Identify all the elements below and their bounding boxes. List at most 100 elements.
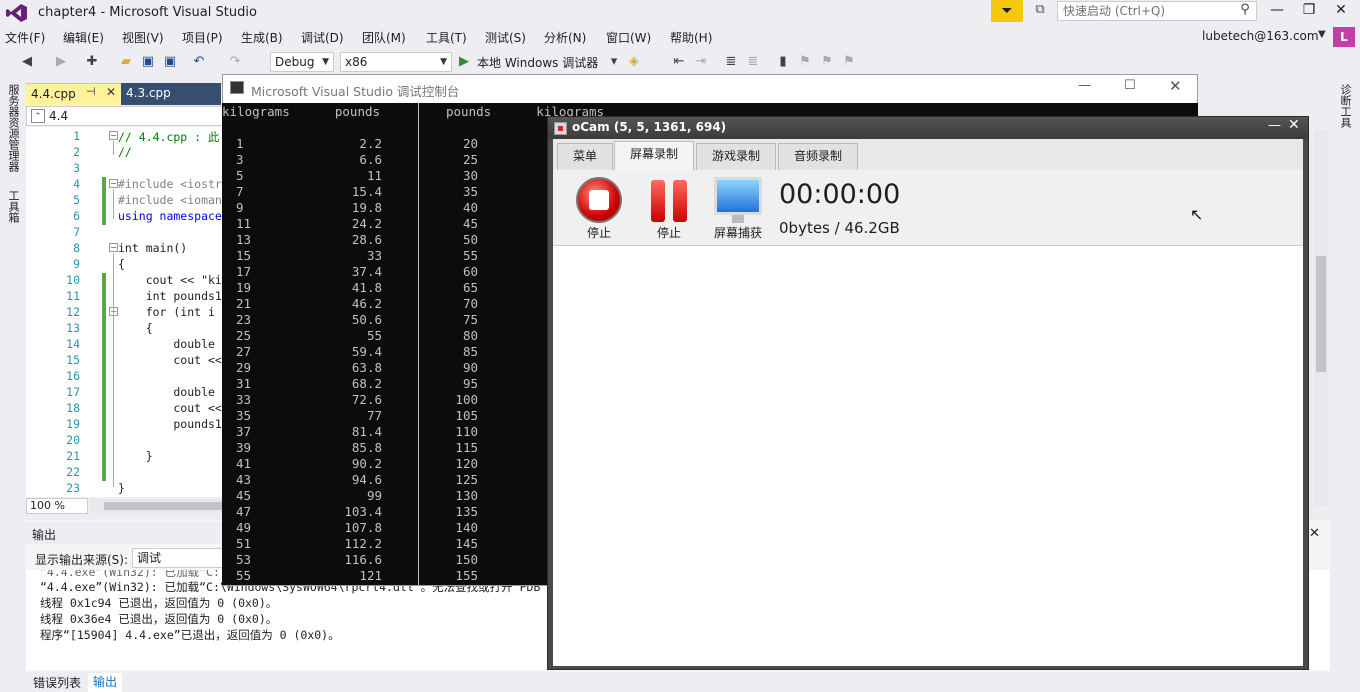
close-icon[interactable]: ✕	[1309, 526, 1320, 541]
restore-button[interactable]: ❐	[1294, 0, 1324, 22]
save-icon[interactable]: ▣	[139, 53, 157, 71]
code-line: double	[118, 337, 215, 351]
menu-team[interactable]: 团队(M)	[362, 29, 406, 46]
undo-icon[interactable]: ↶	[190, 53, 208, 71]
collapse-icon[interactable]: −	[109, 131, 118, 140]
scrollbar-thumb[interactable]	[1316, 256, 1326, 372]
next-bookmark-icon[interactable]: ⚑	[818, 53, 836, 71]
step-over-icon[interactable]: ⇥	[692, 53, 710, 71]
account-name[interactable]: lubetech@163.com	[1202, 29, 1319, 43]
record-dot-icon	[558, 126, 563, 131]
tab-output[interactable]: 输出	[88, 673, 122, 692]
screen-capture-label[interactable]: 屏幕捕获	[714, 224, 762, 241]
menu-edit[interactable]: 编辑(E)	[63, 29, 104, 46]
console-pounds-right: 115	[455, 440, 478, 455]
pin-icon[interactable]: ⊣	[86, 85, 96, 98]
tab-audio-record[interactable]: 音频录制	[778, 143, 858, 170]
console-pounds: 24.2	[351, 216, 382, 231]
forward-arrow-icon[interactable]: ▶	[52, 53, 70, 71]
clear-bookmarks-icon[interactable]: ⚑	[840, 53, 858, 71]
collapse-icon[interactable]: −	[109, 243, 118, 252]
code-line: double	[118, 385, 215, 399]
pause-button-label[interactable]: 停止	[657, 224, 681, 241]
pause-icon[interactable]	[651, 180, 665, 222]
console-pounds-right: 145	[455, 536, 478, 551]
minimize-button[interactable]: —	[1078, 78, 1091, 93]
notification-icon[interactable]: ⧉	[1030, 2, 1050, 20]
output-source-value: 调试	[137, 551, 162, 565]
configuration-select[interactable]: Debug ▼	[270, 52, 334, 72]
redo-icon[interactable]: ↷	[226, 53, 244, 71]
monitor-stand-icon	[732, 215, 744, 223]
scope-value: 4.4	[49, 109, 69, 123]
console-pounds: 2.2	[359, 136, 382, 151]
prev-bookmark-icon[interactable]: ⚑	[796, 53, 814, 71]
code-editor[interactable]: − − − − 1 // 4.4.cpp : 此 2 // 3 4 #inclu…	[26, 127, 224, 497]
collapse-icon[interactable]: −	[109, 179, 118, 188]
console-kilograms: 5	[236, 168, 244, 183]
menu-analyze[interactable]: 分析(N)	[544, 29, 586, 46]
outdent-icon[interactable]: ≣	[744, 53, 762, 71]
chevron-down-icon[interactable]: ▾	[605, 53, 623, 71]
output-source-select[interactable]: 调试	[132, 548, 224, 568]
console-pounds: 103.4	[344, 504, 382, 519]
minimize-button[interactable]: —	[1262, 0, 1292, 22]
search-icon[interactable]: ⚲	[1236, 1, 1254, 19]
tab-error-list[interactable]: 错误列表	[28, 674, 86, 692]
menu-project[interactable]: 项目(P)	[182, 29, 223, 46]
menu-help[interactable]: 帮助(H)	[670, 29, 712, 46]
console-pounds: 90.2	[351, 456, 382, 471]
avatar[interactable]: L	[1333, 27, 1355, 47]
menu-debug[interactable]: 调试(D)	[301, 29, 344, 46]
maximize-button[interactable]: ☐	[1124, 78, 1136, 93]
monitor-icon[interactable]	[714, 177, 762, 215]
console-title: Microsoft Visual Studio 调试控制台	[251, 84, 460, 99]
close-icon[interactable]: ✕	[106, 85, 116, 99]
tab-label: 4.4.cpp	[31, 87, 76, 101]
console-kilograms: 45	[236, 488, 252, 503]
stop-button-label[interactable]: 停止	[587, 224, 611, 241]
console-kilograms: 3	[236, 152, 244, 167]
menu-test[interactable]: 测试(S)	[485, 29, 526, 46]
indent-icon[interactable]: ≣	[722, 53, 740, 71]
chevron-down-icon[interactable]: ▼	[1318, 29, 1326, 40]
menu-tools[interactable]: 工具(T)	[426, 29, 467, 46]
open-folder-icon[interactable]: ▰	[117, 53, 135, 71]
console-pounds-right: 110	[455, 424, 478, 439]
platform-select[interactable]: x86 ▼	[340, 52, 452, 72]
menu-view[interactable]: 视图(V)	[122, 29, 164, 46]
tab-screen-record[interactable]: 屏幕录制	[614, 141, 694, 171]
step-icon[interactable]: ⇤	[670, 53, 688, 71]
console-pounds-right: 50	[462, 232, 478, 247]
menu-build[interactable]: 生成(B)	[241, 29, 283, 46]
save-all-icon[interactable]: ▣	[161, 53, 179, 71]
zoom-select[interactable]: 100 %	[26, 498, 88, 514]
pause-icon[interactable]	[673, 180, 687, 222]
menu-window[interactable]: 窗口(W)	[606, 29, 651, 46]
toolbox-tab[interactable]: 工具箱	[5, 190, 21, 223]
server-explorer-tab[interactable]: 服务器资源管理器	[5, 84, 21, 172]
bookmark-icon[interactable]: ▮	[774, 53, 792, 71]
close-button[interactable]: ✕	[1169, 77, 1182, 95]
minimize-button[interactable]: —	[1268, 118, 1281, 133]
zoom-value: 100 %	[30, 499, 65, 512]
find-icon[interactable]: ◈	[625, 53, 643, 71]
play-icon[interactable]: ▶	[459, 53, 473, 71]
quick-launch-input[interactable]: 快速启动 (Ctrl+Q)	[1057, 1, 1257, 21]
new-project-icon[interactable]: ✚	[83, 53, 101, 71]
tab-4-3-cpp[interactable]: 4.3.cpp	[121, 83, 221, 105]
tab-game-record[interactable]: 游戏录制	[696, 143, 776, 170]
console-kilograms: 47	[236, 504, 252, 519]
back-arrow-icon[interactable]: ◀	[18, 53, 36, 71]
code-line: cout <<	[118, 353, 222, 367]
diagnostic-tools-tab[interactable]: 诊断工具	[1337, 84, 1353, 128]
start-debugger-button[interactable]: 本地 Windows 调试器	[477, 54, 598, 71]
menu-file[interactable]: 文件(F)	[5, 29, 45, 46]
ocam-title: oCam (5, 5, 1361, 694)	[572, 120, 727, 134]
console-pounds: 6.6	[359, 152, 382, 167]
tab-menu[interactable]: 菜单	[557, 143, 613, 170]
close-button[interactable]: ✕	[1326, 0, 1356, 22]
scrollbar-thumb[interactable]	[104, 502, 222, 510]
close-button[interactable]: ✕	[1288, 117, 1300, 133]
feedback-filter-icon[interactable]: ⏷	[991, 0, 1023, 22]
